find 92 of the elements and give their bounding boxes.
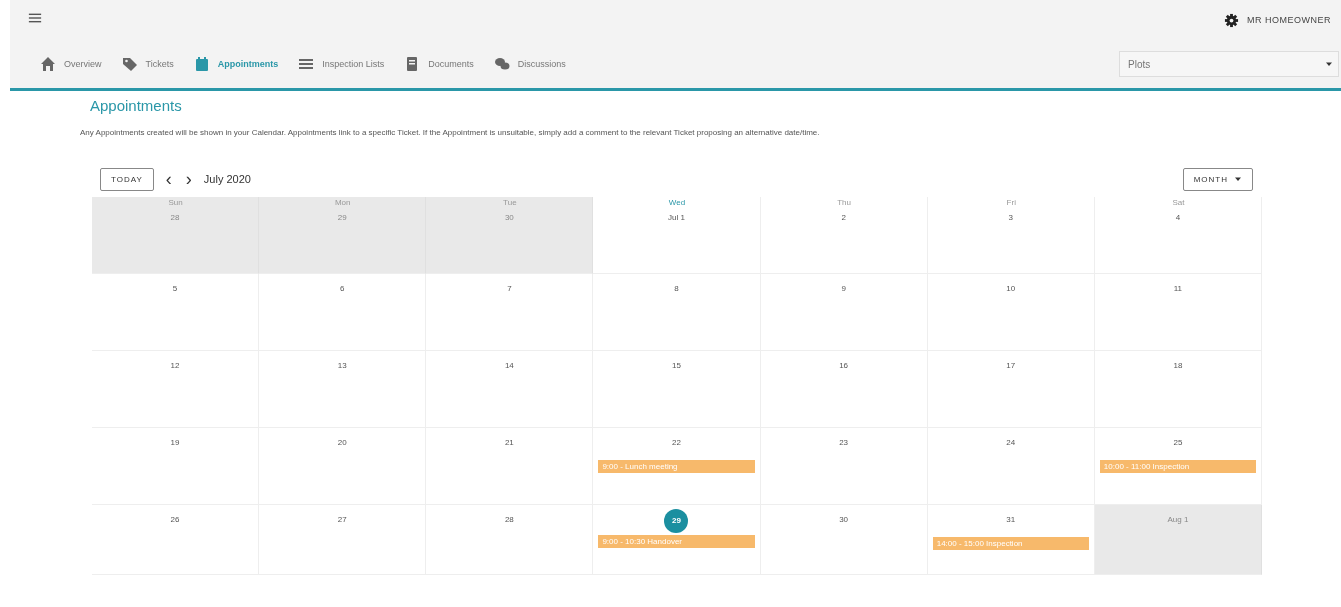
date-number: 8 <box>674 283 679 295</box>
date-number: 24 <box>1006 437 1016 449</box>
date-number: 9 <box>841 283 846 295</box>
day-cell[interactable]: 15 <box>593 351 761 428</box>
date-number: 19 <box>170 437 180 449</box>
day-cell[interactable]: 31 14:00 - 15:00 Inspection <box>927 505 1095 575</box>
date-number: 28 <box>504 514 514 526</box>
date-number: 2 <box>841 212 846 224</box>
day-cell[interactable]: 25 10:00 - 11:00 Inspection <box>1094 428 1262 505</box>
date-number: Jul 1 <box>668 212 685 224</box>
previous-button[interactable]: ‹ <box>163 170 174 188</box>
day-cell[interactable]: 20 <box>259 428 427 505</box>
date-number: 23 <box>839 437 849 449</box>
nav-tab[interactable]: Inspection Lists <box>298 56 385 72</box>
day-cell[interactable]: 28 <box>426 505 594 575</box>
day-cell[interactable]: 11 <box>1094 274 1262 351</box>
list-icon <box>298 56 315 72</box>
day-cell[interactable]: 5 <box>92 274 260 351</box>
date-number: 20 <box>337 437 347 449</box>
day-cell[interactable]: 16 <box>760 351 928 428</box>
day-cell[interactable]: 18 <box>1094 351 1262 428</box>
plot-select[interactable]: Plots <box>1119 51 1339 77</box>
day-cell[interactable]: 22 9:00 - Lunch meeting <box>593 428 761 505</box>
tag-icon <box>121 56 138 72</box>
weekday-label: Tue <box>502 197 518 208</box>
date-number: 30 <box>504 212 514 224</box>
date-number: 7 <box>507 283 512 295</box>
date-number: 5 <box>172 283 178 295</box>
weekday-label: Wed <box>667 197 687 208</box>
month-view-button[interactable]: MONTH <box>1182 167 1253 191</box>
calendar-icon <box>193 56 210 72</box>
today-button[interactable]: TODAY <box>100 167 154 191</box>
date-number: 14 <box>504 360 514 372</box>
date-number: 16 <box>839 360 849 372</box>
weekday-label: Thu <box>836 197 853 208</box>
nav-tab[interactable]: Tickets <box>121 56 174 72</box>
day-cell[interactable]: 7 <box>426 274 594 351</box>
date-number: Aug 1 <box>1167 514 1189 526</box>
day-cell[interactable]: 8 <box>593 274 761 351</box>
nav-tab[interactable]: Overview <box>40 56 102 72</box>
day-cell[interactable]: 30 <box>760 505 928 575</box>
date-number: 12 <box>170 360 180 372</box>
day-cell[interactable]: 12 <box>92 351 260 428</box>
date-number: 22 <box>672 437 681 449</box>
date-number: 18 <box>1173 360 1183 372</box>
settings-icon <box>1224 12 1239 28</box>
weekday-label: Sun <box>167 197 184 208</box>
month-title: July 2020 <box>203 173 251 185</box>
day-cell[interactable]: 14 <box>426 351 594 428</box>
day-cell[interactable]: 17 <box>927 351 1095 428</box>
date-number: 11 <box>1173 283 1183 295</box>
page-title: Appointments <box>90 97 183 114</box>
day-cell[interactable]: 29 9:00 - 10:30 Handover <box>593 505 761 575</box>
user-name[interactable]: MR HOMEOWNER <box>1247 15 1331 25</box>
day-cell[interactable]: 24 <box>927 428 1095 505</box>
day-cell[interactable]: 9 <box>760 274 928 351</box>
day-cell[interactable]: 19 <box>92 428 260 505</box>
menu-icon <box>28 11 42 25</box>
next-button[interactable]: › <box>183 170 194 188</box>
description-text: Any Appointments created will be shown in your Calendar. Appointments link to a specific Ticket. If the Appointment is unsuitable, simply add a comment to the relevant Ticket proposing an alternative date/time. <box>80 128 821 137</box>
date-number: 28 <box>170 212 180 224</box>
nav-tab[interactable]: Discussions <box>493 56 566 72</box>
day-cell[interactable]: 27 <box>259 505 427 575</box>
date-number: 21 <box>504 437 514 449</box>
caret-icon <box>1234 175 1242 183</box>
day-cell[interactable]: 10 <box>927 274 1095 351</box>
today-date-badge: 29 <box>664 509 689 533</box>
date-number: 13 <box>337 360 347 372</box>
chat-bubbles-icon <box>493 56 510 72</box>
date-number: 4 <box>1175 212 1181 224</box>
weekday-label: Mon <box>333 197 352 208</box>
date-number: 6 <box>340 283 345 295</box>
day-cell[interactable]: 6 <box>259 274 427 351</box>
date-number: 29 <box>337 212 347 224</box>
date-number: 10 <box>1006 283 1016 295</box>
date-number: 25 <box>1173 437 1183 449</box>
date-number: 26 <box>170 514 180 526</box>
weekday-label: Sat <box>1171 197 1186 208</box>
day-cell[interactable]: 26 <box>92 505 260 575</box>
date-number: 30 <box>839 514 849 526</box>
day-cell[interactable]: 13 <box>259 351 427 428</box>
weekday-label: Fri <box>1005 197 1017 208</box>
nav-tab[interactable]: Documents <box>404 56 474 72</box>
day-cell[interactable]: 23 <box>760 428 928 505</box>
caret-icon <box>1325 60 1333 68</box>
date-number: 3 <box>1008 212 1013 224</box>
house-icon <box>40 56 56 72</box>
date-number: 15 <box>672 360 681 372</box>
date-number: 31 <box>1006 514 1016 526</box>
date-number: 27 <box>337 514 347 526</box>
day-cell[interactable]: 21 <box>426 428 594 505</box>
date-number: 17 <box>1006 360 1016 372</box>
